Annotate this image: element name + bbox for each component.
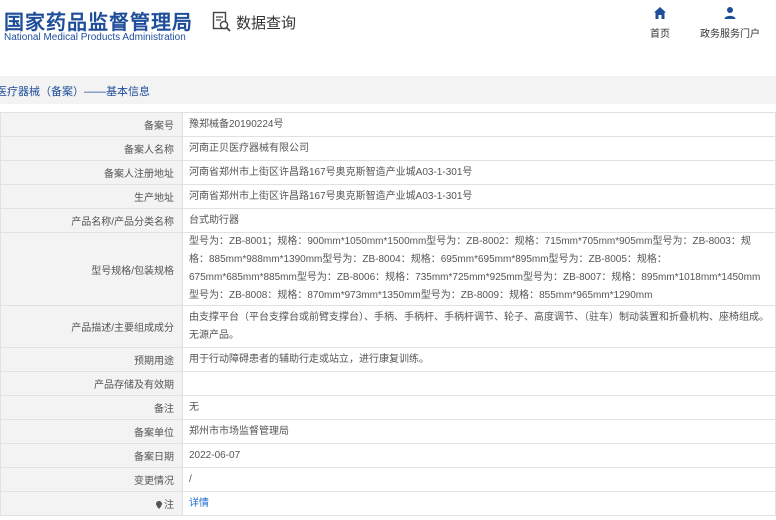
breadcrumb: 医疗器械（备案）——基本信息	[0, 86, 150, 98]
field-label: 备案日期	[0, 443, 183, 468]
table-row: 备案号 豫郑械备20190224号	[0, 112, 776, 137]
field-value: 河南省郑州市上街区许昌路167号奥克斯智造产业城A03-1-301号	[182, 160, 776, 185]
field-value: 详情	[182, 491, 776, 516]
field-value: 台式助行器	[182, 208, 776, 233]
table-row: 生产地址 河南省郑州市上街区许昌路167号奥克斯智造产业城A03-1-301号	[0, 184, 776, 209]
field-value: 用于行动障碍患者的辅助行走或站立，进行康复训练。	[182, 347, 776, 372]
user-icon	[724, 7, 736, 19]
breadcrumb-bar: 医疗器械（备案）——基本信息	[0, 76, 776, 104]
field-value: 型号为：ZB-8001；规格：900mm*1050mm*1500mm型号为：ZB…	[182, 232, 776, 306]
table-row: 型号规格/包装规格 型号为：ZB-8001；规格：900mm*1050mm*15…	[0, 232, 776, 306]
field-label: 产品描述/主要组成成分	[0, 305, 183, 348]
table-row: 产品名称/产品分类名称 台式助行器	[0, 208, 776, 233]
field-value: 由支撑平台（平台支撑台或前臂支撑台）、手柄、手柄杆、手柄杆调节、轮子、高度调节、…	[182, 305, 776, 348]
details-link[interactable]: 详情	[189, 498, 209, 509]
field-value: /	[182, 467, 776, 492]
table-row: 备注 无	[0, 395, 776, 420]
document-search-icon	[212, 11, 231, 32]
table-row: 注 详情	[0, 491, 776, 516]
field-label: 备案人注册地址	[0, 160, 183, 185]
field-label: 变更情况	[0, 467, 183, 492]
field-label: 备案人名称	[0, 136, 183, 161]
nav-home[interactable]: 首页	[630, 6, 690, 42]
data-query-link[interactable]: 数据查询	[212, 10, 296, 34]
note-label-cell: 注	[0, 491, 183, 516]
field-label: 备案号	[0, 112, 183, 137]
field-value: 河南正贝医疗器械有限公司	[182, 136, 776, 161]
data-query-label: 数据查询	[236, 14, 297, 32]
field-value: 豫郑械备20190224号	[182, 112, 776, 137]
home-icon	[654, 7, 666, 19]
field-label: 生产地址	[0, 184, 183, 209]
site-logo-cn[interactable]: 国家药品监督管理局	[4, 6, 193, 35]
table-row: 变更情况 /	[0, 467, 776, 492]
table-row: 预期用途 用于行动障碍患者的辅助行走或站立，进行康复训练。	[0, 347, 776, 372]
site-header: 国家药品监督管理局 National Medical Products Admi…	[0, 0, 776, 62]
field-label: 注	[164, 500, 174, 511]
table-row: 产品存储及有效期	[0, 371, 776, 396]
table-row: 备案日期 2022-06-07	[0, 443, 776, 468]
nav-service-portal-label: 政务服务门户	[700, 29, 760, 40]
pin-icon	[156, 501, 162, 509]
nav-service-portal[interactable]: 政务服务门户	[700, 6, 760, 42]
field-label: 备案单位	[0, 419, 183, 444]
nav-home-label: 首页	[650, 29, 670, 40]
field-value	[182, 371, 776, 396]
field-value: 无	[182, 395, 776, 420]
field-value: 郑州市市场监督管理局	[182, 419, 776, 444]
field-label: 备注	[0, 395, 183, 420]
field-label: 型号规格/包装规格	[0, 232, 183, 306]
table-row: 备案单位 郑州市市场监督管理局	[0, 419, 776, 444]
field-label: 预期用途	[0, 347, 183, 372]
field-value: 河南省郑州市上街区许昌路167号奥克斯智造产业城A03-1-301号	[182, 184, 776, 209]
table-row: 备案人名称 河南正贝医疗器械有限公司	[0, 136, 776, 161]
field-label: 产品存储及有效期	[0, 371, 183, 396]
field-label: 产品名称/产品分类名称	[0, 208, 183, 233]
table-row: 产品描述/主要组成成分 由支撑平台（平台支撑台或前臂支撑台）、手柄、手柄杆、手柄…	[0, 305, 776, 348]
field-value: 2022-06-07	[182, 443, 776, 468]
site-logo-en[interactable]: National Medical Products Administration	[4, 32, 186, 43]
record-info-table: 备案号 豫郑械备20190224号 备案人名称 河南正贝医疗器械有限公司 备案人…	[0, 112, 776, 516]
table-row: 备案人注册地址 河南省郑州市上街区许昌路167号奥克斯智造产业城A03-1-30…	[0, 160, 776, 185]
